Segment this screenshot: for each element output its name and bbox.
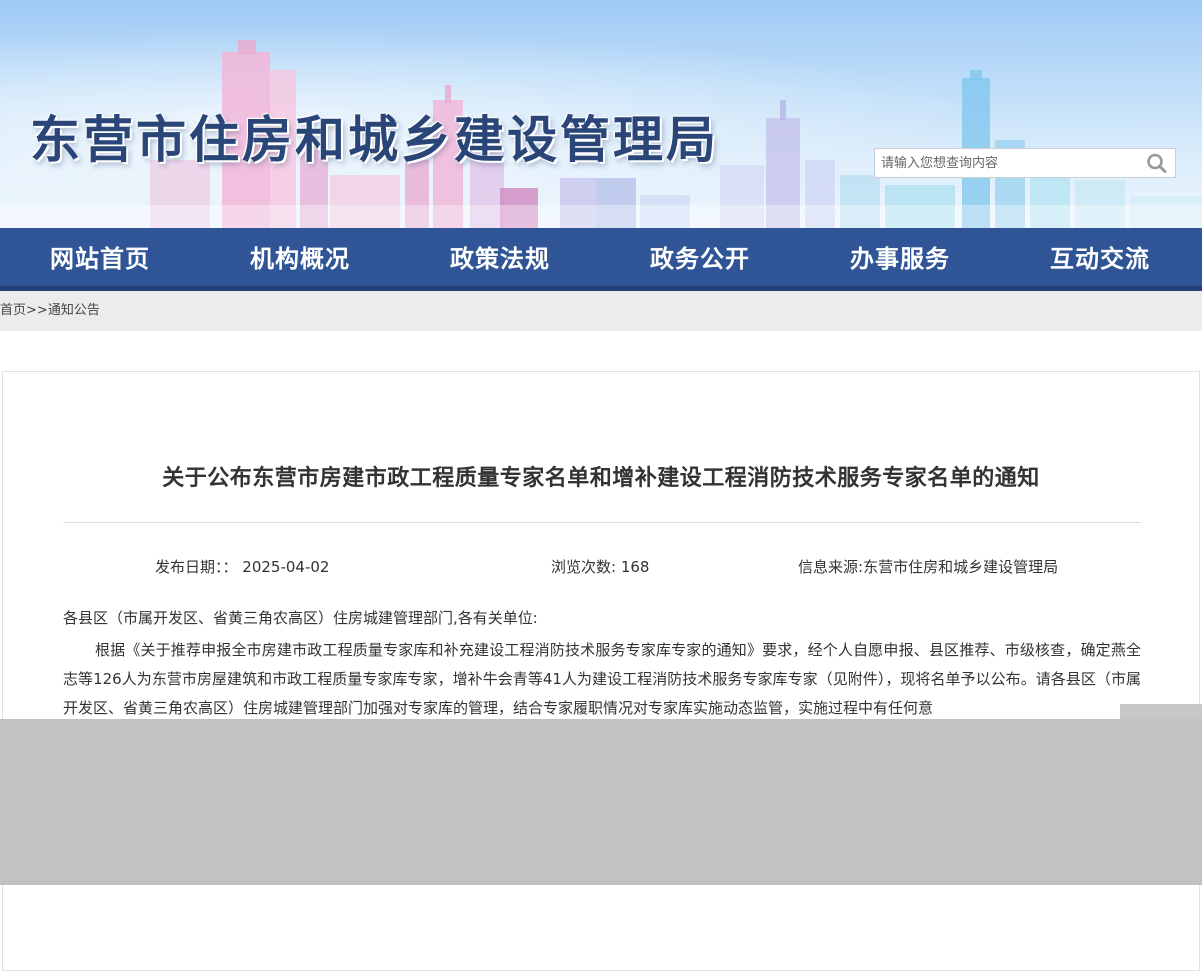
header-banner: 东营市住房和城乡建设管理局 [0, 0, 1202, 228]
breadcrumb: 首页>>通知公告 [0, 291, 1202, 331]
view-count-label: 浏览次数: [551, 558, 617, 576]
nav-item-home[interactable]: 网站首页 [0, 228, 200, 286]
search-box [874, 148, 1176, 178]
nav-item-government-affairs[interactable]: 政务公开 [600, 228, 800, 286]
breadcrumb-current-link[interactable]: 通知公告 [48, 303, 100, 318]
breadcrumb-separator: >> [26, 303, 48, 318]
search-icon [1147, 153, 1167, 173]
article-title: 关于公布东营市房建市政工程质量专家名单和增补建设工程消防技术服务专家名单的通知 [162, 466, 1040, 491]
site-title: 东营市住房和城乡建设管理局 [30, 111, 719, 169]
publish-date-label: 发布日期：： [155, 558, 238, 576]
breadcrumb-home-link[interactable]: 首页 [0, 303, 26, 318]
title-divider [63, 522, 1141, 523]
search-input[interactable] [875, 149, 1135, 177]
overlay-notch [1120, 704, 1202, 719]
info-source: 信息来源:东营市住房和城乡建设管理局 [798, 556, 1058, 577]
view-count: 浏览次数: 168 [551, 556, 649, 577]
publish-date: 发布日期：： 2025-04-02 [155, 556, 329, 577]
gray-overlay [0, 719, 1202, 885]
main-nav: 网站首页 机构概况 政策法规 政务公开 办事服务 互动交流 [0, 228, 1202, 291]
publish-date-value: 2025-04-02 [242, 558, 330, 576]
view-count-value: 168 [620, 558, 650, 576]
search-button[interactable] [1145, 152, 1169, 174]
nav-item-policies[interactable]: 政策法规 [400, 228, 600, 286]
article-salutation: 各县区（市属开发区、省黄三角农高区）住房城建管理部门,各有关单位: [63, 609, 538, 627]
nav-item-interaction[interactable]: 互动交流 [1000, 228, 1200, 286]
nav-item-organization[interactable]: 机构概况 [200, 228, 400, 286]
info-source-value: 东营市住房和城乡建设管理局 [863, 558, 1059, 576]
info-source-label: 信息来源: [798, 558, 864, 576]
nav-item-services[interactable]: 办事服务 [800, 228, 1000, 286]
article-body: 各县区（市属开发区、省黄三角农高区）住房城建管理部门,各有关单位: 根据《关于推… [63, 604, 1141, 723]
article-paragraph: 根据《关于推荐申报全市房建市政工程质量专家库和补充建设工程消防技术服务专家库专家… [63, 641, 1141, 717]
